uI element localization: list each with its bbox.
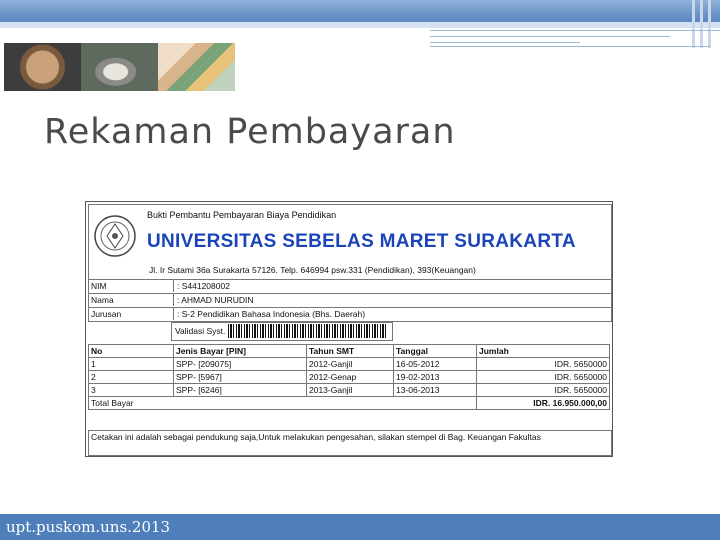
photo-fossil-icon [4,43,81,91]
table-cell: 13-06-2013 [393,383,477,397]
footer-text: upt.puskom.uns.2013 [6,518,171,536]
header-photo-strip [4,43,235,91]
field-value: : S441208002 [173,280,230,292]
field-value: : S-2 Pendidikan Bahasa Indonesia (Bhs. … [173,308,365,320]
table-cell: 19-02-2013 [393,370,477,384]
table-cell: IDR. 5650000 [476,370,610,384]
field-label: NIM [91,281,107,291]
table-header-row: No Jenis Bayar [PIN] Tahun SMT Tanggal J… [88,344,610,358]
header-decoration-lines [430,28,720,50]
column-header: Jumlah [476,344,610,358]
field-jurusan: Jurusan : S-2 Pendidikan Bahasa Indonesi… [88,307,612,322]
total-label: Total Bayar [88,396,477,410]
field-nama: Nama : AHMAD NURUDIN [88,293,612,308]
column-header: Jenis Bayar [PIN] [173,344,307,358]
slide-title: Rekaman Pembayaran [44,112,456,152]
table-cell: SPP- [6246] [173,383,307,397]
table-cell: 2012-Ganjil [306,357,394,371]
total-value: IDR. 16.950.000,00 [476,396,610,410]
column-header: Tahun SMT [306,344,394,358]
table-total-row: Total Bayar IDR. 16.950.000,00 [88,396,610,410]
payment-table: No Jenis Bayar [PIN] Tahun SMT Tanggal J… [88,344,610,410]
top-header-bar [0,0,720,22]
payment-receipt: Bukti Pembantu Pembayaran Biaya Pendidik… [85,201,613,457]
field-nim: NIM : S441208002 [88,279,612,294]
table-row: 3 SPP- [6246] 2013-Ganjil 13-06-2013 IDR… [88,383,610,397]
field-value: : AHMAD NURUDIN [173,294,254,306]
table-cell: 3 [88,383,174,397]
photo-bird-icon [81,43,158,91]
university-address: Jl. Ir Sutami 36a Surakarta 57126. Telp.… [149,265,476,275]
table-cell: SPP- [5967] [173,370,307,384]
validation-box: Validasi Syst. [171,322,393,341]
field-label: Jurusan [91,309,122,319]
table-cell: 16-05-2012 [393,357,477,371]
university-name: UNIVERSITAS SEBELAS MARET SURAKARTA [147,231,576,252]
table-cell: 2012-Genap [306,370,394,384]
table-cell: 2013-Ganjil [306,383,394,397]
receipt-note: Cetakan ini adalah sebagai pendukung saj… [88,430,612,456]
column-header: No [88,344,174,358]
table-row: 2 SPP- [5967] 2012-Genap 19-02-2013 IDR.… [88,370,610,384]
receipt-subtitle: Bukti Pembantu Pembayaran Biaya Pendidik… [147,210,337,220]
field-label: Nama [91,295,114,305]
table-cell: 1 [88,357,174,371]
photo-lab-icon [158,43,235,91]
table-row: 1 SPP- [209075] 2012-Ganjil 16-05-2012 I… [88,357,610,371]
validation-barcode-icon [228,324,388,338]
university-seal-icon [94,215,136,257]
table-cell: IDR. 5650000 [476,383,610,397]
table-cell: SPP- [209075] [173,357,307,371]
column-header: Tanggal [393,344,477,358]
receipt-header: Bukti Pembantu Pembayaran Biaya Pendidik… [88,204,612,280]
table-cell: IDR. 5650000 [476,357,610,371]
validation-label: Validasi Syst. [175,326,226,336]
table-cell: 2 [88,370,174,384]
